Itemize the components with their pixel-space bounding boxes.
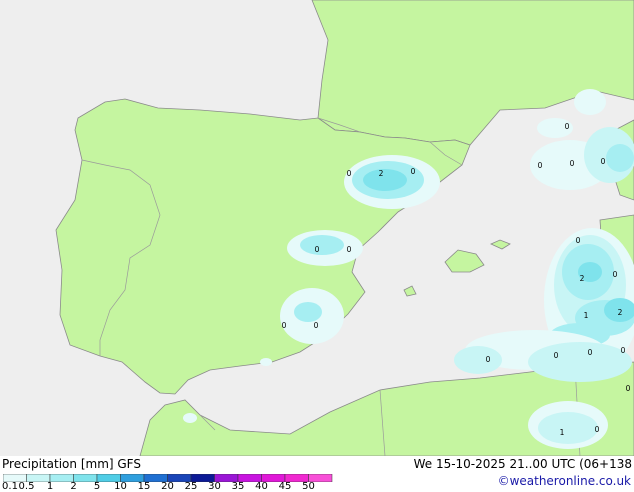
legend-label: 40 [255,481,268,492]
point-label: 2 [618,308,623,317]
legend-label: 45 [278,481,292,492]
legend-label: 0.1 [2,481,18,492]
point-label: 0 [621,346,626,355]
point-label: 0 [282,321,287,330]
point-label: 2 [379,169,384,178]
precipitation-map: 0 2 0 0 0 0 0 0 0 0 0 0 2 0 1 2 0 0 0 0 … [0,0,634,456]
point-label: 0 [601,157,606,166]
point-label: 0 [347,169,352,178]
legend-label: 35 [231,481,245,492]
legend-label: 1 [46,481,54,492]
legend-label: 2 [70,481,77,492]
point-label: 2 [580,274,585,283]
point-label: 0 [576,236,581,245]
point-label: 0 [538,161,543,170]
map-title: Precipitation [mm] GFS [2,457,141,471]
legend-label: 15 [137,481,151,492]
point-label: 0 [626,384,631,393]
point-label: 0 [314,321,319,330]
legend-label: 20 [161,481,174,492]
point-label: 0 [613,270,618,279]
legend-label: 30 [208,481,221,492]
point-label: 0 [315,245,320,254]
legend-label: 25 [184,481,198,492]
point-label: 0 [565,122,570,131]
point-label: 0 [570,159,575,168]
legend-label: 0.5 [18,481,35,492]
point-label: 1 [584,311,589,320]
valid-time: We 15-10-2025 21..00 UTC (06+138 [413,457,632,471]
point-label: 0 [411,167,416,176]
point-label: 0 [554,351,559,360]
legend-label: 10 [114,481,127,492]
point-label: 0 [595,425,600,434]
point-label: 0 [486,355,491,364]
point-label: 0 [347,245,352,254]
credit-link[interactable]: ©weatheronline.co.uk [498,474,631,488]
point-label: 0 [588,348,593,357]
legend-label: 5 [93,481,101,492]
point-label: 1 [560,428,565,437]
legend-label: 50 [302,481,315,492]
